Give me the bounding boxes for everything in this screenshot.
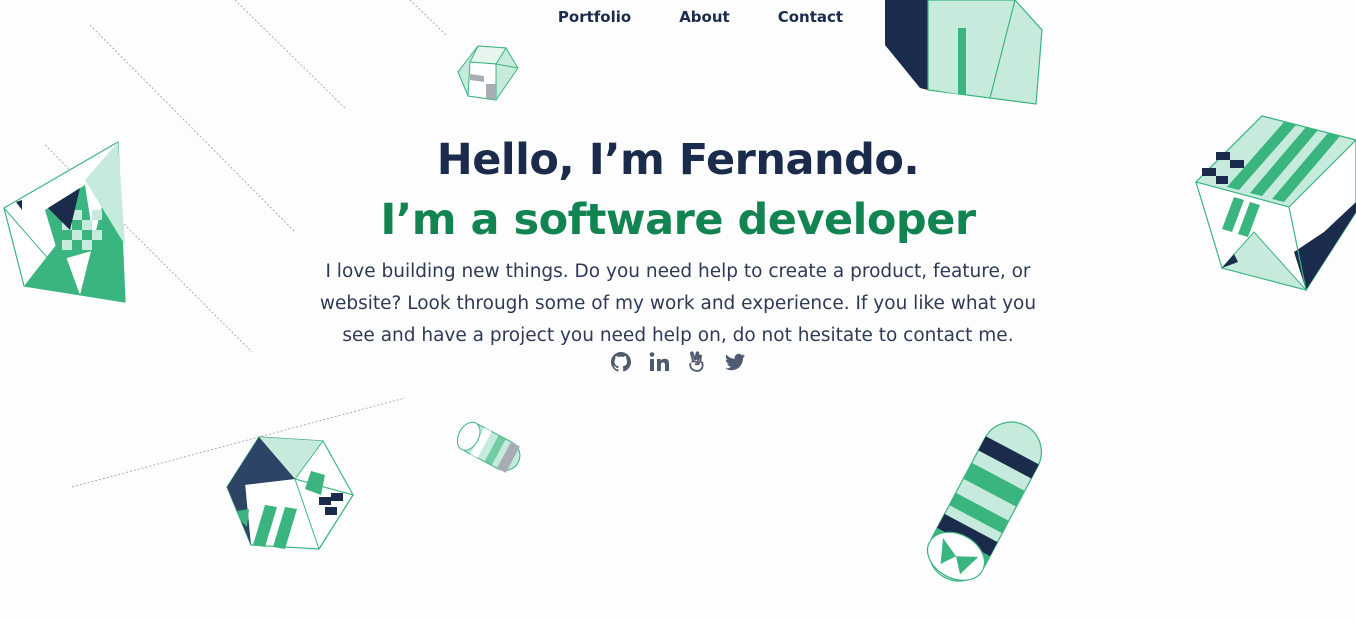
nav-link-portfolio[interactable]: Portfolio xyxy=(558,6,631,28)
small-capsule-shape xyxy=(456,421,521,473)
github-link[interactable] xyxy=(609,350,633,374)
main-nav: Portfolio About Contact xyxy=(0,6,1356,28)
large-capsule-shape xyxy=(926,421,1043,582)
hero-greeting: Hello, I’m Fernando. xyxy=(436,135,920,185)
hero-intro: I love building new things. Do you need … xyxy=(319,261,1037,346)
hero-role: I’m a software developer xyxy=(380,195,976,245)
twitter-icon xyxy=(725,353,745,371)
nav-link-contact[interactable]: Contact xyxy=(778,6,843,28)
angellist-link[interactable] xyxy=(685,350,709,374)
twitter-link[interactable] xyxy=(723,350,747,374)
hero-section: Hello, I’m Fernando. I’m a software deve… xyxy=(0,130,1356,352)
bottom-left-cube-shape xyxy=(226,436,355,551)
linkedin-icon xyxy=(649,352,669,371)
small-cube-shape xyxy=(457,45,519,101)
nav-link-about[interactable]: About xyxy=(679,6,730,28)
angellist-icon xyxy=(689,351,704,372)
social-links xyxy=(0,350,1356,374)
linkedin-link[interactable] xyxy=(647,350,671,374)
github-icon xyxy=(611,352,631,372)
